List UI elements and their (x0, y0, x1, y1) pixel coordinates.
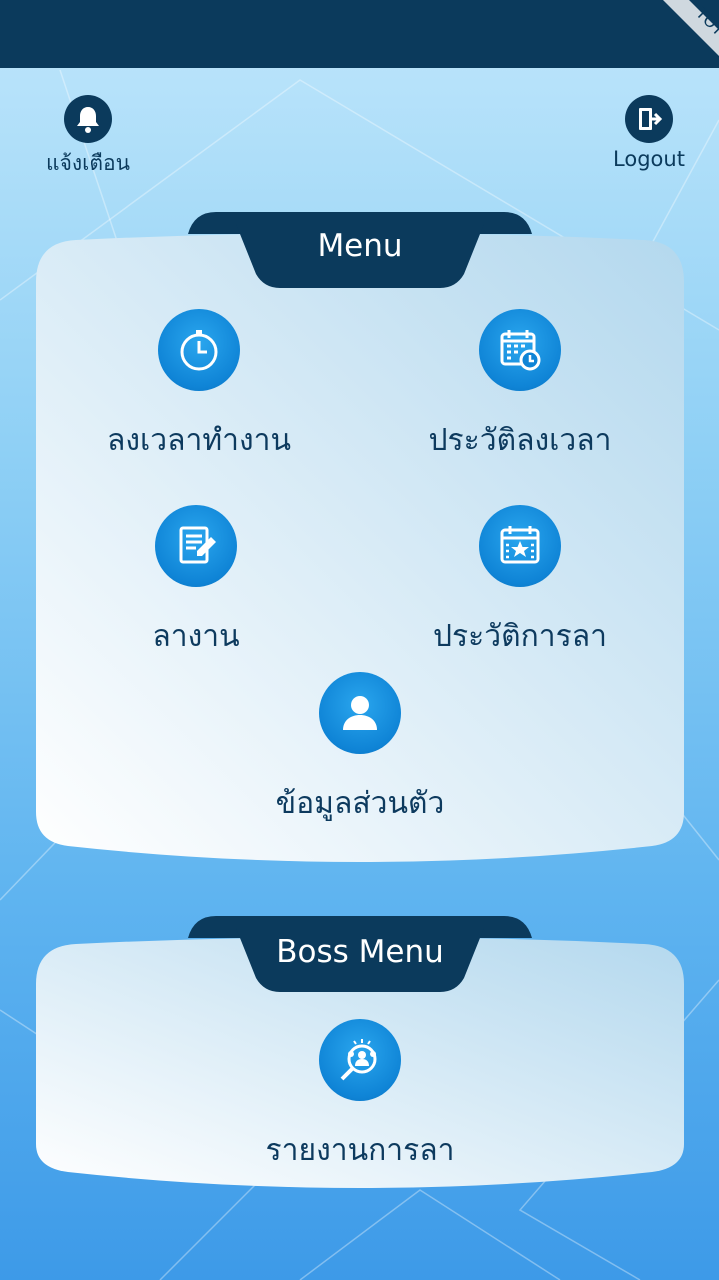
brand-ribbon: TOT (629, 0, 719, 68)
menu-item-label: ประวัติลงเวลา (428, 423, 612, 458)
bell-icon (64, 95, 112, 143)
boss-menu-panel: Boss Menu รายงานการลา (36, 916, 684, 1196)
top-bar (0, 0, 719, 68)
menu-item-clock-in[interactable]: ลงเวลาทำงาน (49, 309, 349, 464)
notification-button[interactable]: แจ้งเตือน (28, 95, 148, 180)
notification-label: แจ้งเตือน (46, 151, 130, 175)
search-people-icon (319, 1019, 401, 1101)
menu-panel: Menu ลงเวลาทำงาน ประวัติลงเวลา ลางาน ประ… (36, 212, 684, 868)
menu-item-label: ประวัติการลา (433, 619, 607, 654)
calendar-star-icon (479, 505, 561, 587)
menu-item-label: ข้อมูลส่วนตัว (275, 786, 445, 821)
menu-item-leave[interactable]: ลางาน (46, 505, 346, 660)
calendar-clock-icon (479, 309, 561, 391)
clock-icon (158, 309, 240, 391)
logout-icon (625, 95, 673, 143)
logout-label: Logout (613, 147, 685, 171)
user-icon (319, 672, 401, 754)
menu-item-leave-report[interactable]: รายงานการลา (210, 1019, 510, 1174)
menu-item-profile[interactable]: ข้อมูลส่วนตัว (210, 672, 510, 827)
boss-menu-title: Boss Menu (276, 934, 444, 970)
menu-title: Menu (317, 228, 403, 264)
menu-item-time-history[interactable]: ประวัติลงเวลา (370, 309, 670, 464)
menu-item-label: ลางาน (152, 619, 240, 654)
menu-item-label: ลงเวลาทำงาน (107, 423, 291, 458)
menu-item-label: รายงานการลา (265, 1133, 455, 1168)
logout-button[interactable]: Logout (589, 95, 709, 171)
document-edit-icon (155, 505, 237, 587)
menu-item-leave-history[interactable]: ประวัติการลา (370, 505, 670, 660)
